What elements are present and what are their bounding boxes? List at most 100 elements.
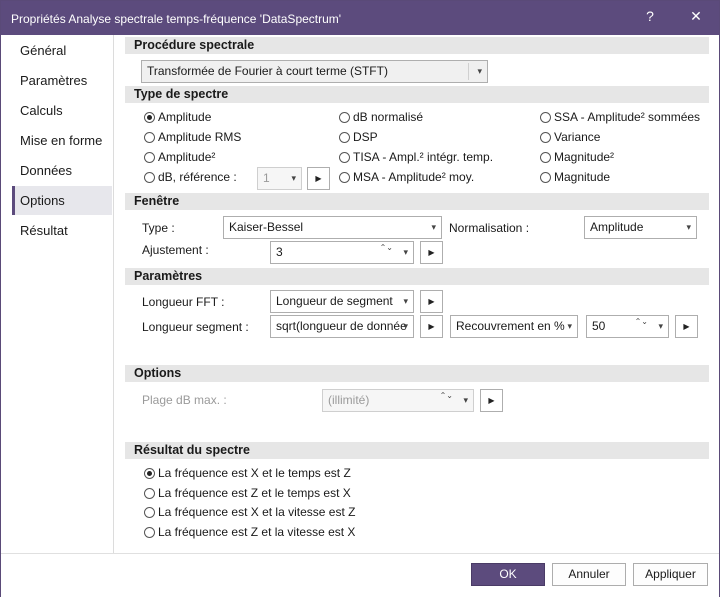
- radio-label: Amplitude²: [158, 150, 216, 164]
- sidebar-item-result[interactable]: Résultat: [12, 216, 112, 245]
- radio-label: La fréquence est X et le temps est Z: [158, 466, 351, 480]
- radio-magnitude[interactable]: Magnitude: [540, 170, 610, 184]
- segment-length-select[interactable]: sqrt(longueur de donnée ▾: [270, 315, 414, 338]
- spectrum-type-header: Type de spectre: [125, 86, 709, 103]
- spin-updown-icon[interactable]: ⌃⌄: [635, 316, 648, 327]
- radio-result-freq-x-time-z[interactable]: La fréquence est X et le temps est Z: [144, 466, 351, 480]
- radio-dot: [540, 112, 551, 123]
- radio-result-freq-z-time-x[interactable]: La fréquence est Z et le temps est X: [144, 486, 351, 500]
- radio-dot: [144, 172, 155, 183]
- radio-label: Amplitude: [158, 110, 212, 124]
- radio-dot: [144, 132, 155, 143]
- combo-divider: [468, 63, 469, 80]
- fft-length-value: Longueur de segment: [276, 294, 393, 308]
- adjust-spinner[interactable]: 3 ⌃⌄ ▾: [270, 241, 414, 264]
- normalization-value: Amplitude: [590, 220, 644, 234]
- radio-dot: [540, 172, 551, 183]
- radio-tisa[interactable]: TISA - Ampl.² intégr. temp.: [339, 150, 493, 164]
- window-type-select[interactable]: Kaiser-Bessel ▾: [223, 216, 442, 239]
- overlap-mode-value: Recouvrement en %: [456, 319, 565, 333]
- db-reference-arrow-button[interactable]: ▶: [307, 167, 330, 190]
- radio-amplitude[interactable]: Amplitude: [144, 110, 211, 124]
- db-reference-select[interactable]: 1 ▾: [257, 167, 302, 190]
- parameters-header: Paramètres: [125, 268, 709, 285]
- radio-dot: [540, 132, 551, 143]
- radio-magnitude-squared[interactable]: Magnitude²: [540, 150, 614, 164]
- help-button[interactable]: ?: [637, 5, 663, 27]
- fft-length-arrow-button[interactable]: ▶: [420, 290, 443, 313]
- radio-dsp[interactable]: DSP: [339, 130, 378, 144]
- dialog-footer: OK Annuler Appliquer: [1, 553, 719, 597]
- db-range-arrow-button[interactable]: ▶: [480, 389, 503, 412]
- radio-label: Variance: [554, 130, 601, 144]
- ok-button[interactable]: OK: [471, 563, 545, 586]
- title-bar: Propriétés Analyse spectrale temps-fréqu…: [1, 1, 719, 35]
- radio-db-normalized[interactable]: dB normalisé: [339, 110, 423, 124]
- radio-ssa[interactable]: SSA - Amplitude² sommées: [540, 110, 700, 124]
- radio-label: dB normalisé: [353, 110, 424, 124]
- fft-length-select[interactable]: Longueur de segment ▾: [270, 290, 414, 313]
- radio-label: TISA - Ampl.² intégr. temp.: [353, 150, 494, 164]
- window-type-value: Kaiser-Bessel: [229, 220, 304, 234]
- radio-label: La fréquence est Z et la vitesse est X: [158, 525, 356, 539]
- overlap-arrow-button[interactable]: ▶: [675, 315, 698, 338]
- chevron-down-icon: ▾: [463, 395, 468, 405]
- window-type-label: Type :: [142, 221, 175, 235]
- radio-dot: [144, 112, 155, 123]
- radio-dot: [144, 152, 155, 163]
- options-header: Options: [125, 365, 709, 382]
- overlap-value: 50: [592, 319, 606, 333]
- adjust-arrow-button[interactable]: ▶: [420, 241, 443, 264]
- radio-dot: [144, 488, 155, 499]
- normalization-label: Normalisation :: [449, 221, 530, 235]
- chevron-down-icon: ▾: [567, 321, 572, 331]
- normalization-select[interactable]: Amplitude ▾: [584, 216, 697, 239]
- sidebar: Général Paramètres Calculs Mise en forme…: [10, 35, 114, 553]
- db-range-label: Plage dB max. :: [142, 393, 227, 407]
- chevron-down-icon: ▾: [658, 321, 663, 331]
- overlap-spinner[interactable]: 50 ⌃⌄ ▾: [586, 315, 669, 338]
- sidebar-item-calculations[interactable]: Calculs: [12, 96, 112, 125]
- spin-updown-icon[interactable]: ⌃⌄: [380, 242, 393, 253]
- radio-label: Amplitude RMS: [158, 130, 242, 144]
- cancel-button[interactable]: Annuler: [552, 563, 626, 586]
- close-button[interactable]: ✕: [683, 5, 709, 27]
- chevron-down-icon: ▾: [403, 321, 408, 331]
- radio-label: La fréquence est Z et le temps est X: [158, 486, 351, 500]
- sidebar-item-data[interactable]: Données: [12, 156, 112, 185]
- sidebar-item-parameters[interactable]: Paramètres: [12, 66, 112, 95]
- segment-length-arrow-button[interactable]: ▶: [420, 315, 443, 338]
- radio-msa[interactable]: MSA - Amplitude² moy.: [339, 170, 474, 184]
- radio-label: La fréquence est X et la vitesse est Z: [158, 505, 356, 519]
- radio-dot: [339, 172, 350, 183]
- overlap-mode-select[interactable]: Recouvrement en % ▾: [450, 315, 578, 338]
- radio-dot: [339, 152, 350, 163]
- window-section-header: Fenêtre: [125, 193, 709, 210]
- radio-dot: [339, 112, 350, 123]
- db-range-value: (illimité): [328, 393, 370, 407]
- radio-label: dB, référence :: [158, 170, 237, 184]
- sidebar-item-options[interactable]: Options: [12, 186, 112, 215]
- chevron-down-icon: ▾: [686, 222, 691, 232]
- sidebar-item-formatting[interactable]: Mise en forme: [12, 126, 112, 155]
- radio-variance[interactable]: Variance: [540, 130, 600, 144]
- window-title: Propriétés Analyse spectrale temps-fréqu…: [11, 12, 342, 26]
- radio-label: MSA - Amplitude² moy.: [353, 170, 475, 184]
- procedure-select[interactable]: Transformée de Fourier à court terme (ST…: [141, 60, 488, 83]
- apply-button[interactable]: Appliquer: [633, 563, 708, 586]
- radio-amplitude-squared[interactable]: Amplitude²: [144, 150, 215, 164]
- radio-result-freq-z-speed-x[interactable]: La fréquence est Z et la vitesse est X: [144, 525, 355, 539]
- chevron-down-icon: ▾: [403, 296, 408, 306]
- radio-label: DSP: [353, 130, 378, 144]
- radio-label: SSA - Amplitude² sommées: [554, 110, 701, 124]
- spin-updown-icon[interactable]: ⌃⌄: [440, 390, 453, 401]
- chevron-down-icon: ▾: [291, 173, 296, 183]
- radio-dot: [339, 132, 350, 143]
- procedure-select-value: Transformée de Fourier à court terme (ST…: [147, 64, 388, 78]
- radio-amplitude-rms[interactable]: Amplitude RMS: [144, 130, 241, 144]
- radio-result-freq-x-speed-z[interactable]: La fréquence est X et la vitesse est Z: [144, 505, 355, 519]
- db-range-spinner[interactable]: (illimité) ⌃⌄ ▾: [322, 389, 474, 412]
- sidebar-item-general[interactable]: Général: [12, 36, 112, 65]
- radio-db-reference[interactable]: dB, référence :: [144, 170, 237, 184]
- radio-dot: [144, 527, 155, 538]
